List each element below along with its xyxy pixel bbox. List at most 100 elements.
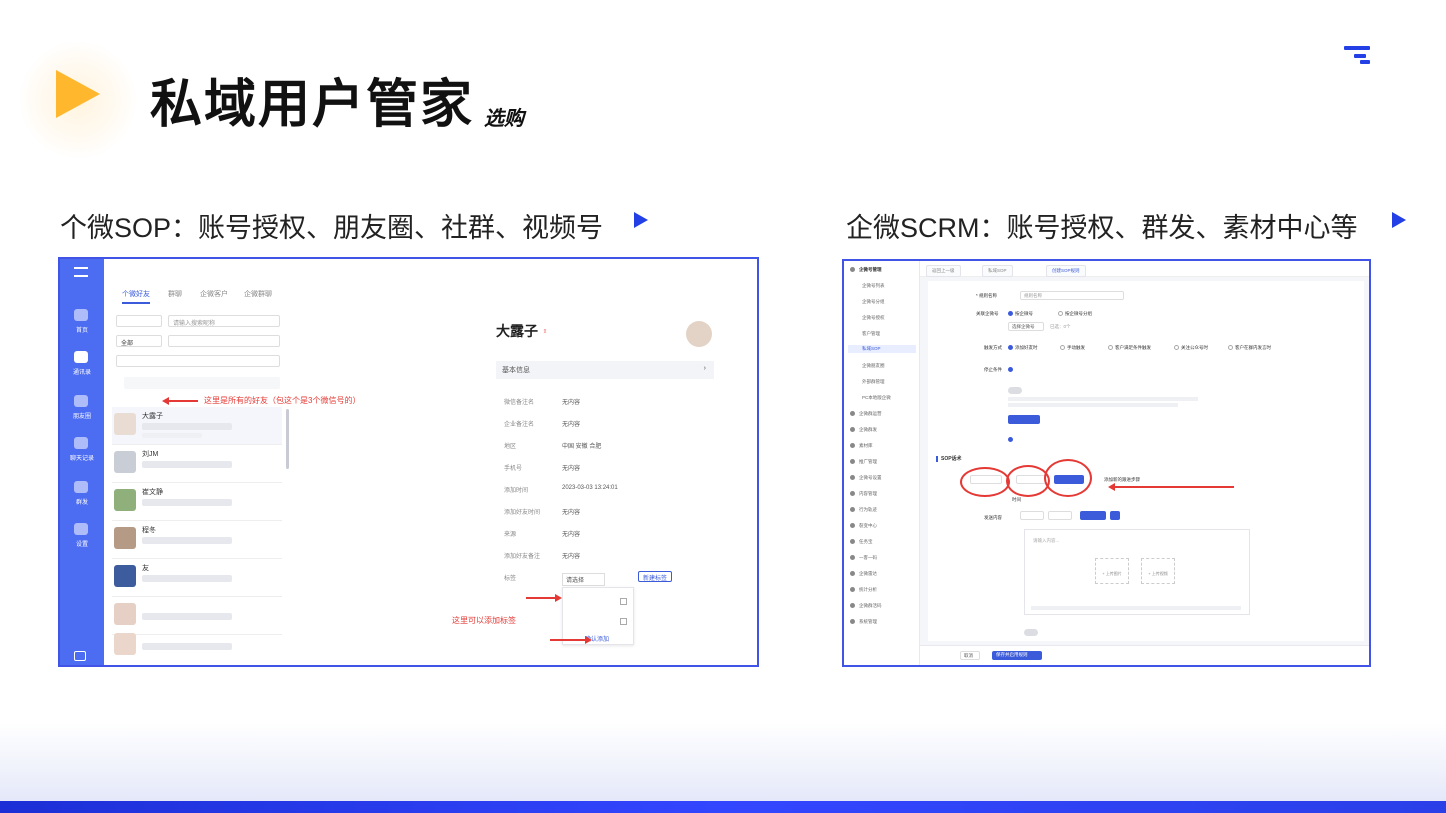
dot-icon — [850, 443, 855, 449]
contact-search-input[interactable]: 请输入搜索昵称 — [168, 315, 280, 327]
trigger-radio[interactable]: 手动触发 — [1060, 345, 1085, 351]
home-icon[interactable] — [74, 309, 88, 321]
sidebar-item[interactable]: 客户管理 — [862, 331, 880, 337]
sidebar-group[interactable]: 素材库 — [850, 443, 873, 449]
account-select[interactable] — [116, 315, 162, 327]
sidebar-group[interactable]: 企微雷达 — [850, 571, 877, 577]
contacts-icon[interactable] — [74, 351, 88, 363]
sidebar-group[interactable]: 企微号设置 — [850, 475, 882, 481]
crumb-back[interactable]: 返回上一级 — [926, 265, 961, 277]
contact-item[interactable]: 刘JM — [112, 445, 282, 483]
sidebar-group[interactable]: 企微群运营 — [850, 411, 882, 417]
interrupt-toggle[interactable] — [1008, 387, 1022, 394]
add-tag-button[interactable] — [1008, 415, 1040, 424]
tag-filter-select[interactable] — [168, 335, 280, 347]
upload-image-button[interactable]: + 上传图片 — [1095, 558, 1129, 584]
sidebar-label: 企微号管理 — [859, 267, 882, 272]
stop-radio[interactable] — [1008, 367, 1015, 373]
new-tag-button[interactable]: 新建标签 — [638, 571, 673, 582]
tab-groups[interactable]: 群聊 — [168, 289, 182, 299]
sidebar-item[interactable]: 企微号授权 — [862, 315, 885, 321]
contact-item[interactable]: 崔文静 — [112, 483, 282, 521]
content-editor[interactable]: 请输入内容... + 上传图片 + 上传视频 — [1024, 529, 1250, 615]
list-scrollbar[interactable] — [286, 409, 289, 469]
sidebar-item-settings[interactable]: 设置 — [68, 539, 96, 548]
rule-name-input[interactable]: 规则名称 — [1020, 291, 1124, 300]
trigger-radio[interactable]: 添加好友时 — [1008, 345, 1038, 351]
add-content-button[interactable] — [1080, 511, 1106, 520]
trigger-radio[interactable]: 关注公众号时 — [1174, 345, 1208, 351]
right-app-sidebar: 企微号管理 企微号列表 企微号分组 企微号授权 客户管理 私域SOP 企微朋友圈… — [844, 261, 920, 665]
sidebar-group[interactable]: 企微号管理 — [850, 267, 882, 273]
select-account-button[interactable]: 选择企微号 — [1008, 322, 1044, 331]
sidebar-item[interactable]: PC本地版企微 — [862, 395, 891, 401]
menu-icon[interactable] — [74, 267, 88, 277]
content-sub-select[interactable] — [1048, 511, 1072, 520]
contact-item[interactable]: 友 — [112, 559, 282, 597]
sidebar-group[interactable]: 行为轨迹 — [850, 507, 877, 513]
account-radio-2[interactable]: 按企微号分组 — [1058, 311, 1092, 317]
cancel-button[interactable]: 取消 — [960, 651, 980, 660]
save-enable-button[interactable]: 保存并启用规则 — [992, 651, 1042, 660]
sidebar-item-broadcast[interactable]: 群发 — [68, 497, 96, 506]
contact-name: 程冬 — [142, 527, 156, 534]
trigger-radio[interactable]: 客户满足条件触发 — [1108, 345, 1151, 351]
condition-radio[interactable] — [1008, 437, 1015, 443]
trigger-radio[interactable]: 客户在群内发言时 — [1228, 345, 1271, 351]
tag-checkbox[interactable] — [620, 598, 627, 605]
dot-icon — [850, 587, 855, 593]
sidebar-group[interactable]: 任务宝 — [850, 539, 873, 545]
upload-video-button[interactable]: + 上传视频 — [1141, 558, 1175, 584]
sidebar-item[interactable]: 外部群管理 — [862, 379, 885, 385]
sidebar-item-contacts[interactable]: 通讯录 — [68, 367, 96, 376]
broadcast-icon[interactable] — [74, 481, 88, 493]
slide: 私域用户管家 选购 个微SOP：账号授权、朋友圈、社群、视频号 企微SCRM：账… — [0, 0, 1446, 813]
contact-item[interactable]: 大露子 — [112, 407, 282, 445]
sidebar-group[interactable]: 裂变中心 — [850, 523, 877, 529]
moments-icon[interactable] — [74, 395, 88, 407]
sidebar-group[interactable]: 统计分析 — [850, 587, 877, 593]
date-range[interactable] — [124, 377, 280, 389]
crumb-sop[interactable]: 私域SOP — [982, 265, 1013, 277]
sidebar-group[interactable]: 企微群活码 — [850, 603, 882, 609]
sidebar-group[interactable]: 企微群发 — [850, 427, 877, 433]
tag-checkbox[interactable] — [620, 618, 627, 625]
plus-icon[interactable] — [1110, 511, 1120, 520]
sidebar-item-sop[interactable]: 私域SOP — [848, 345, 916, 353]
tab-friends[interactable]: 个微好友 — [122, 289, 150, 304]
sidebar-item-home[interactable]: 首页 — [68, 325, 96, 334]
contact-item[interactable]: 程冬 — [112, 521, 282, 559]
dot-icon — [850, 555, 855, 561]
sidebar-item[interactable]: 企微号列表 — [862, 283, 885, 289]
tab-wecom-customers[interactable]: 企微客户 — [200, 289, 228, 299]
tab-wecom-groups[interactable]: 企微群聊 — [244, 289, 272, 299]
avatar — [114, 489, 136, 511]
sidebar-group[interactable]: 推广管理 — [850, 459, 877, 465]
sidebar-group[interactable]: 一客一码 — [850, 555, 877, 561]
filter-select[interactable]: 全部 — [116, 335, 162, 347]
group-filter-select[interactable] — [116, 355, 280, 367]
settings-icon[interactable] — [74, 523, 88, 535]
dot-icon — [850, 267, 855, 273]
form-footer: 取消 保存并启用规则 — [920, 645, 1369, 665]
tag-select[interactable]: 请选择 — [562, 573, 606, 586]
detail-value: 无内容 — [562, 554, 581, 560]
enable-toggle[interactable] — [1024, 629, 1038, 636]
chat-icon[interactable] — [74, 437, 88, 449]
crumb-create[interactable]: 创建SOP规则 — [1046, 265, 1086, 277]
sidebar-label: 任务宝 — [859, 539, 873, 544]
sidebar-item-moments[interactable]: 朋友圈 — [68, 411, 96, 420]
sidebar-item[interactable]: 企微朋友圈 — [862, 363, 885, 369]
sidebar-label: 素材库 — [859, 443, 873, 448]
content-type-select[interactable] — [1020, 511, 1044, 520]
checklist-icon[interactable] — [74, 651, 86, 661]
contact-item[interactable] — [112, 627, 282, 665]
sidebar-item[interactable]: 企微号分组 — [862, 299, 885, 305]
account-radio-1[interactable]: 按企微号 — [1008, 311, 1033, 317]
sidebar-group[interactable]: 系统管理 — [850, 619, 877, 625]
editor-toolbar[interactable] — [1031, 606, 1241, 610]
sidebar-group[interactable]: 内容管理 — [850, 491, 877, 497]
basic-info-header[interactable]: 基本信息 › — [496, 361, 714, 379]
sidebar-item-chat[interactable]: 聊天记录 — [68, 453, 96, 462]
help-text-blur — [1008, 397, 1198, 401]
